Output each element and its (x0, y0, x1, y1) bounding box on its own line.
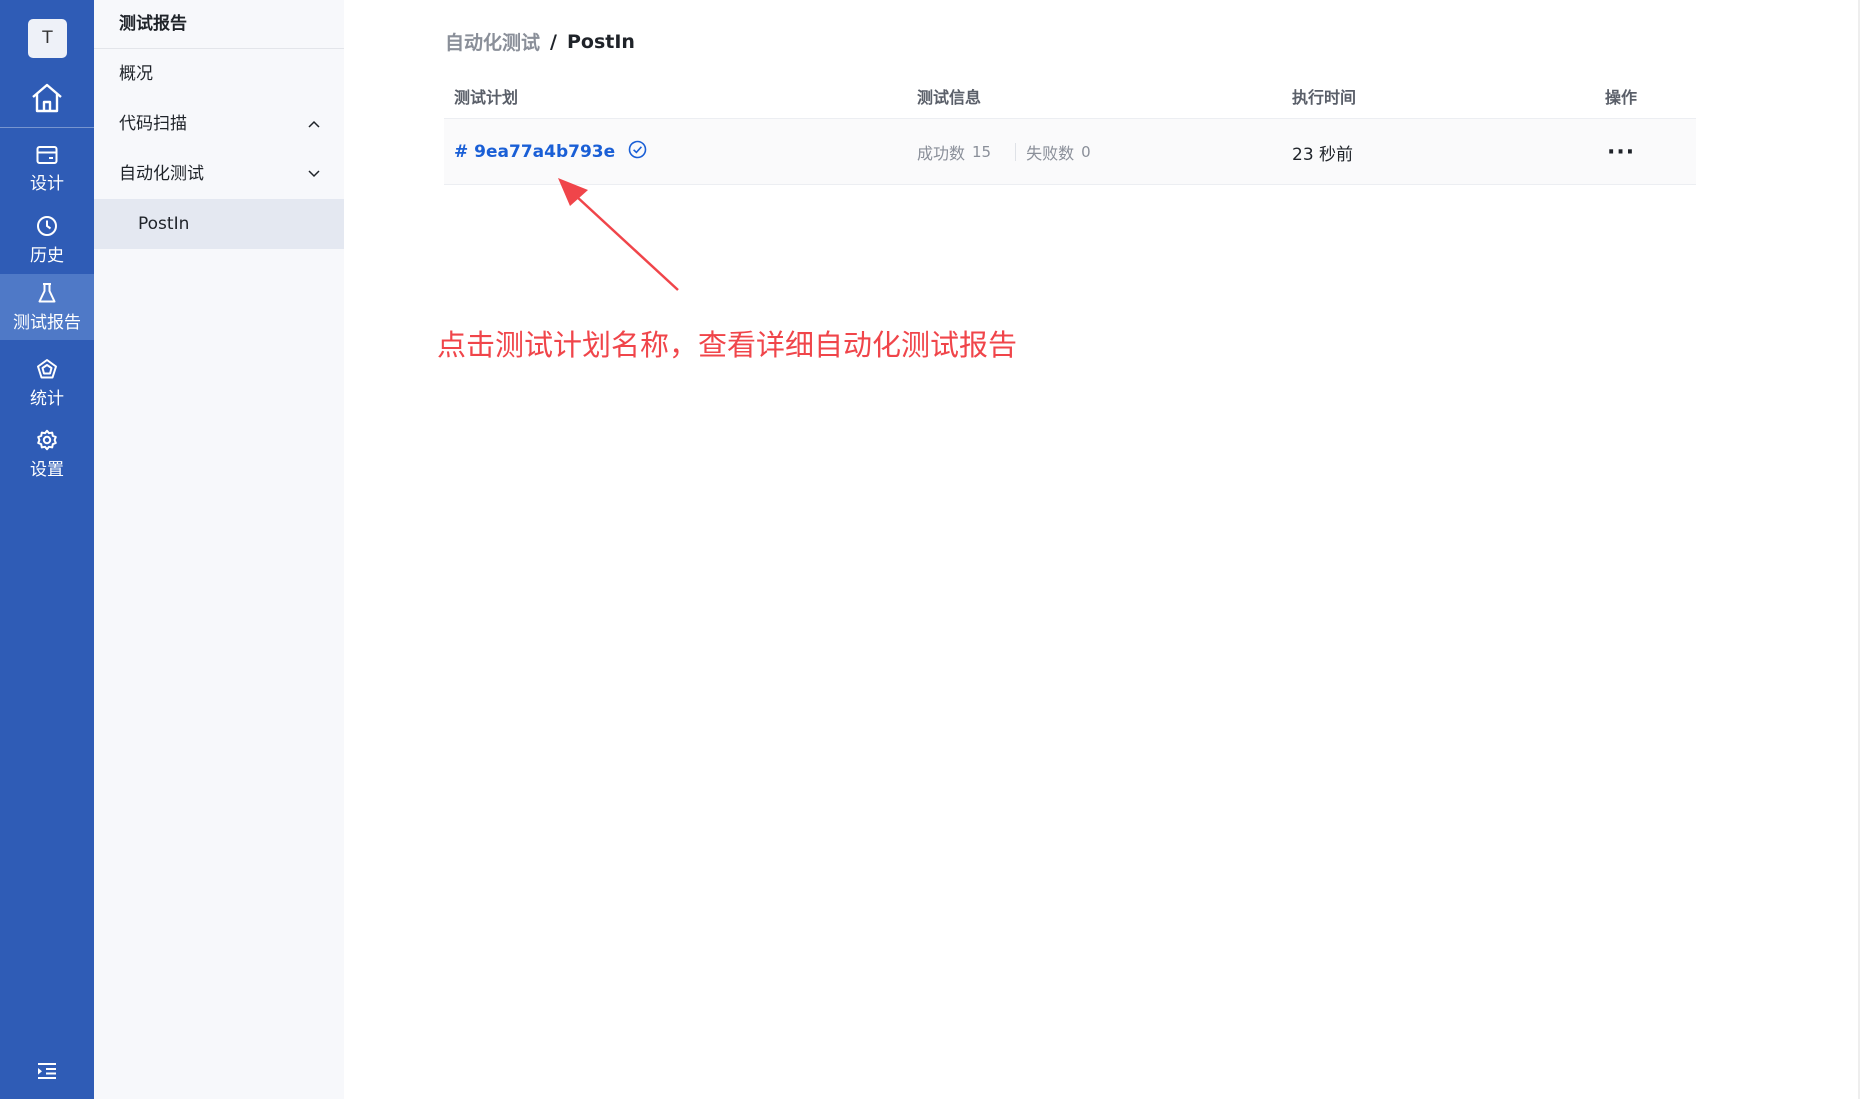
chevron-up-icon (308, 120, 320, 128)
success-label: 成功数 (917, 144, 966, 163)
column-header-info: 测试信息 (917, 88, 982, 107)
rail-item-design[interactable]: 设计 (0, 136, 94, 202)
rail-item-settings[interactable]: 设置 (0, 421, 94, 487)
app-window: T 设计 历史 测试报告 统计 设置 测试报告 概况 代码扫描 自动化测试 Po… (0, 0, 1860, 1099)
sidebar-item-postin[interactable]: PostIn (94, 199, 344, 249)
clock-icon (37, 215, 57, 236)
flask-icon (38, 282, 56, 302)
more-actions-button[interactable]: ··· (1607, 140, 1635, 165)
sidebar-title: 测试报告 (94, 0, 344, 49)
sidebar-item-code-scan[interactable]: 代码扫描 (94, 99, 344, 149)
column-header-time: 执行时间 (1292, 88, 1357, 107)
column-header-action: 操作 (1605, 88, 1638, 107)
execution-time: 23 秒前 (1292, 144, 1354, 165)
rail-item-test-report[interactable]: 测试报告 (0, 274, 94, 340)
home-icon (32, 83, 62, 113)
info-cell: 成功数 15 失败数 0 (917, 119, 1091, 185)
secondary-sidebar: 测试报告 概况 代码扫描 自动化测试 PostIn (94, 0, 344, 1099)
rail-item-statistics[interactable]: 统计 (0, 350, 94, 416)
collapse-menu-button[interactable] (0, 1058, 94, 1084)
sidebar-item-overview[interactable]: 概况 (94, 49, 344, 99)
stat-divider (1015, 143, 1017, 161)
rail-item-label: 设计 (30, 173, 64, 194)
rail-item-label: 统计 (30, 388, 64, 409)
chevron-down-icon (308, 170, 320, 178)
time-cell: 23 秒前 (1292, 119, 1353, 185)
indent-icon (38, 1063, 56, 1079)
success-count: 15 (972, 143, 992, 161)
sidebar-item-automation-test[interactable]: 自动化测试 (94, 149, 344, 199)
home-button[interactable] (0, 70, 94, 126)
annotation-arrow (558, 178, 679, 291)
fail-label: 失败数 (1026, 144, 1075, 163)
sidebar-item-label: 代码扫描 (119, 114, 187, 134)
sidebar-item-label: PostIn (138, 214, 190, 234)
sidebar-item-label: 自动化测试 (119, 164, 204, 184)
rail-item-history[interactable]: 历史 (0, 207, 94, 273)
card-icon (36, 145, 58, 164)
annotation-text: 点击测试计划名称，查看详细自动化测试报告 (437, 328, 1018, 362)
rail-item-label: 测试报告 (13, 312, 81, 333)
pentagon-icon (37, 358, 57, 378)
gear-icon (37, 429, 57, 450)
avatar[interactable]: T (28, 19, 67, 58)
sidebar-item-label: 概况 (119, 64, 153, 84)
fail-count: 0 (1081, 143, 1091, 161)
rail-item-label: 历史 (30, 245, 64, 266)
main-content: 自动化测试 / PostIn 测试计划 测试信息 执行时间 操作 # 9ea77… (344, 0, 1860, 1099)
action-cell: ··· (1607, 119, 1635, 185)
rail-item-label: 设置 (30, 459, 64, 480)
primary-rail: T 设计 历史 测试报告 统计 设置 (0, 0, 94, 1099)
rail-divider (0, 127, 94, 128)
